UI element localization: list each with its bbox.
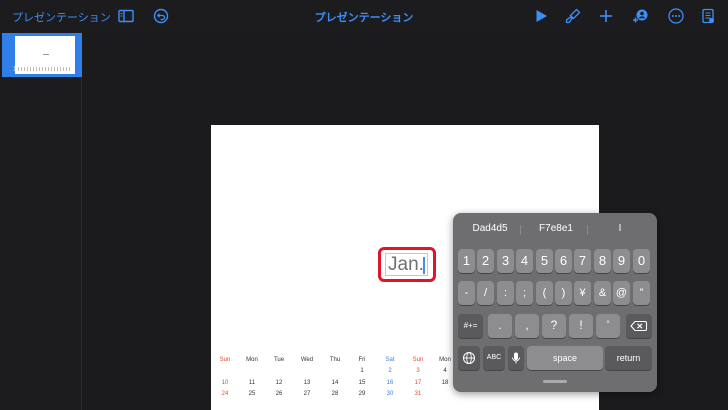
key-0[interactable]: 0	[633, 249, 650, 273]
weekday-label: Sun	[412, 357, 424, 363]
more-icon[interactable]	[667, 7, 685, 25]
suggestion-2[interactable]: F7e8e1	[527, 223, 585, 234]
key-at[interactable]: @	[613, 281, 630, 305]
calendar-day: 29	[358, 391, 366, 397]
abc-key[interactable]: ABC	[483, 346, 505, 370]
key-semicolon[interactable]: ;	[516, 281, 533, 305]
weekday-label: Mon	[246, 357, 258, 363]
calendar-day: 28	[331, 391, 339, 397]
suggestion-3[interactable]: I	[593, 223, 647, 234]
sidebar-icon[interactable]	[117, 7, 135, 25]
key-5[interactable]: 5	[536, 249, 553, 273]
calendar-day: 30	[386, 391, 394, 397]
slide-number: 1	[13, 66, 17, 73]
globe-icon	[463, 352, 475, 364]
key-paren-close[interactable]: )	[555, 281, 572, 305]
text-box[interactable]: Jan.	[385, 253, 428, 276]
key-ampersand[interactable]: &	[594, 281, 611, 305]
dictation-key[interactable]	[508, 346, 524, 370]
calendar-day: 26	[275, 391, 283, 397]
calendar-day: 16	[386, 380, 394, 386]
paintbrush-icon[interactable]	[564, 7, 582, 25]
key-colon[interactable]: :	[497, 281, 514, 305]
key-apostrophe[interactable]: ’	[596, 314, 620, 338]
key-yen[interactable]: ¥	[574, 281, 591, 305]
text-cursor	[423, 257, 425, 274]
calendar-day: 3	[416, 368, 420, 374]
suggestion-1[interactable]: Dad4d5	[461, 223, 519, 234]
thumbnail-title-mark	[43, 54, 49, 55]
calendar-day: 10	[221, 380, 229, 386]
microphone-icon	[512, 352, 520, 364]
delete-key[interactable]	[626, 314, 652, 338]
text-box-content[interactable]: Jan.	[388, 254, 424, 276]
document-title[interactable]: プレゼンテーション	[315, 11, 414, 24]
calendar-day: 17	[414, 380, 422, 386]
key-7[interactable]: 7	[574, 249, 591, 273]
key-comma[interactable]: ,	[515, 314, 539, 338]
key-6[interactable]: 6	[555, 249, 572, 273]
presentations-back-link[interactable]: プレゼンテーション	[12, 9, 111, 25]
calendar-day: 25	[248, 391, 256, 397]
play-icon[interactable]	[532, 7, 550, 25]
calendar-day: 2	[388, 368, 392, 374]
collaborate-icon[interactable]	[631, 7, 649, 25]
key-slash[interactable]: /	[477, 281, 494, 305]
return-key[interactable]: return	[605, 346, 652, 370]
key-exclamation[interactable]: !	[569, 314, 593, 338]
undo-icon[interactable]	[152, 7, 170, 25]
slide-navigator: 1	[0, 31, 82, 410]
selected-text-highlight: Jan.	[378, 247, 436, 282]
calendar-day: 27	[303, 391, 311, 397]
key-question[interactable]: ?	[542, 314, 566, 338]
weekday-label: Sun	[219, 357, 231, 363]
slide-thumbnail[interactable]	[15, 36, 75, 74]
weekday-label: Tue	[273, 357, 285, 363]
weekday-label: Thu	[329, 357, 341, 363]
document-options-icon[interactable]	[699, 7, 717, 25]
weekday-label: Fri	[358, 357, 366, 363]
suggestion-divider	[520, 225, 521, 235]
thumbnail-calendar-mark	[18, 67, 72, 71]
keyboard-grabber[interactable]	[543, 380, 567, 383]
calendar-day: 13	[303, 380, 311, 386]
key-9[interactable]: 9	[613, 249, 630, 273]
calendar-day: 1	[360, 368, 364, 374]
weekday-label: Sat	[385, 357, 395, 363]
space-key[interactable]: space	[527, 346, 603, 370]
add-icon[interactable]	[597, 7, 615, 25]
calendar-day: 24	[221, 391, 229, 397]
calendar-day: 12	[275, 380, 283, 386]
key-more-symbols[interactable]: #+=	[458, 314, 483, 338]
delete-icon	[630, 320, 648, 332]
toolbar: プレゼンテーション プレゼンテーション	[0, 0, 728, 31]
key-8[interactable]: 8	[594, 249, 611, 273]
key-quote[interactable]: ”	[633, 281, 650, 305]
globe-key[interactable]	[458, 346, 480, 370]
weekday-label: Wed	[300, 357, 314, 363]
key-2[interactable]: 2	[477, 249, 494, 273]
key-4[interactable]: 4	[516, 249, 533, 273]
calendar-day: 15	[358, 380, 366, 386]
key-period[interactable]: .	[488, 314, 512, 338]
key-hyphen[interactable]: -	[458, 281, 475, 305]
calendar-day: 14	[331, 380, 339, 386]
slide-thumbnail-selected[interactable]: 1	[2, 33, 82, 77]
key-1[interactable]: 1	[458, 249, 475, 273]
calendar-day: 31	[414, 391, 422, 397]
key-paren-open[interactable]: (	[536, 281, 553, 305]
key-3[interactable]: 3	[497, 249, 514, 273]
suggestion-divider	[587, 225, 588, 235]
calendar-day: 11	[248, 380, 256, 386]
floating-keyboard: Dad4d5 F7e8e1 I 1 2 3 4 5 6 7 8 9 0 - / …	[453, 213, 657, 392]
